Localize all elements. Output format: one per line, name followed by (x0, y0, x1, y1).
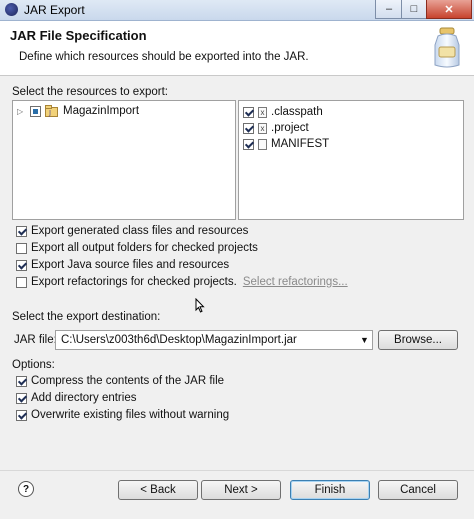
options-label: Options: (12, 359, 55, 371)
compress-option[interactable]: Compress the contents of the JAR file (16, 375, 224, 387)
resources-label: Select the resources to export: (12, 86, 168, 98)
checkbox[interactable] (16, 375, 27, 387)
file-checkbox[interactable] (243, 106, 254, 118)
back-button[interactable]: < Back (118, 480, 198, 500)
browse-button[interactable]: Browse... (378, 330, 458, 350)
checkbox[interactable] (16, 276, 27, 288)
page-title: JAR File Specification (10, 28, 147, 43)
file-icon (258, 138, 267, 150)
checkbox[interactable] (16, 242, 27, 254)
jar-file-label: JAR file: (14, 334, 57, 346)
jar-file-combo[interactable]: C:\Users\z003th6d\Desktop\MagazinImport.… (55, 330, 373, 350)
help-icon[interactable]: ? (18, 481, 34, 497)
next-button[interactable]: Next > (201, 480, 281, 500)
jar-file-value: C:\Users\z003th6d\Desktop\MagazinImport.… (61, 334, 297, 346)
minimize-button[interactable]: – (375, 0, 403, 19)
cancel-button[interactable]: Cancel (378, 480, 458, 500)
back-button-label: < Back (140, 484, 176, 496)
title-bar: JAR Export – □ ✕ (0, 0, 474, 21)
file-label: .project (271, 122, 309, 134)
file-item-project[interactable]: x .project (243, 122, 309, 134)
close-button[interactable]: ✕ (426, 0, 472, 19)
jar-export-icon (434, 27, 460, 68)
dropdown-arrow-icon[interactable]: ▼ (360, 335, 369, 345)
destination-label: Select the export destination: (12, 311, 161, 323)
close-icon: ✕ (444, 3, 454, 16)
select-refactorings-link[interactable]: Select refactorings... (243, 276, 348, 288)
tree-item-checkbox[interactable] (30, 105, 41, 117)
browse-button-label: Browse... (394, 334, 442, 346)
page-description: Define which resources should be exporte… (19, 51, 309, 63)
project-icon: J (45, 105, 58, 117)
option-label: Overwrite existing files without warning (31, 409, 230, 421)
next-button-label: Next > (224, 484, 258, 496)
finish-button-label: Finish (314, 484, 346, 496)
file-label: MANIFEST (271, 138, 330, 150)
export-output-folders-option[interactable]: Export all output folders for checked pr… (16, 242, 258, 254)
checkbox[interactable] (16, 392, 27, 404)
x-file-icon: x (258, 122, 267, 134)
file-item-manifest[interactable]: MANIFEST (243, 138, 329, 150)
file-label: .classpath (271, 106, 323, 118)
file-item-classpath[interactable]: x .classpath (243, 106, 323, 118)
mouse-cursor-icon (195, 298, 205, 313)
maximize-icon: □ (410, 3, 418, 15)
checkbox[interactable] (16, 225, 27, 237)
finish-button[interactable]: Finish (290, 480, 370, 500)
eclipse-icon (5, 3, 18, 16)
maximize-button[interactable]: □ (401, 0, 427, 19)
svg-text:J: J (48, 109, 51, 117)
export-java-source-option[interactable]: Export Java source files and resources (16, 259, 229, 271)
checkbox[interactable] (16, 409, 27, 421)
export-refactorings-option[interactable]: Export refactorings for checked projects… (16, 276, 348, 288)
file-checkbox[interactable] (243, 122, 254, 134)
tree-expander-icon[interactable]: ▷ (17, 107, 26, 116)
file-checkbox[interactable] (243, 138, 254, 150)
tree-item-magazinimport[interactable]: ▷ J MagazinImport (17, 105, 139, 117)
wizard-header: JAR File Specification Define which reso… (0, 21, 474, 76)
option-label: Export refactorings for checked projects… (31, 276, 237, 288)
window-title: JAR Export (24, 3, 85, 17)
export-class-files-option[interactable]: Export generated class files and resourc… (16, 225, 248, 237)
option-label: Add directory entries (31, 392, 137, 404)
option-label: Export all output folders for checked pr… (31, 242, 258, 254)
minimize-icon: – (385, 3, 393, 15)
project-tree[interactable]: ▷ J MagazinImport (12, 100, 236, 220)
cancel-button-label: Cancel (400, 484, 436, 496)
file-list[interactable]: x .classpath x .project MANIFEST (238, 100, 464, 220)
footer-divider (0, 470, 474, 471)
x-file-icon: x (258, 106, 267, 118)
checkbox[interactable] (16, 259, 27, 271)
tree-item-label: MagazinImport (63, 105, 140, 117)
option-label: Compress the contents of the JAR file (31, 375, 225, 387)
help-glyph: ? (22, 483, 30, 495)
option-label: Export generated class files and resourc… (31, 225, 249, 237)
overwrite-files-option[interactable]: Overwrite existing files without warning (16, 409, 229, 421)
add-directory-entries-option[interactable]: Add directory entries (16, 392, 136, 404)
option-label: Export Java source files and resources (31, 259, 230, 271)
